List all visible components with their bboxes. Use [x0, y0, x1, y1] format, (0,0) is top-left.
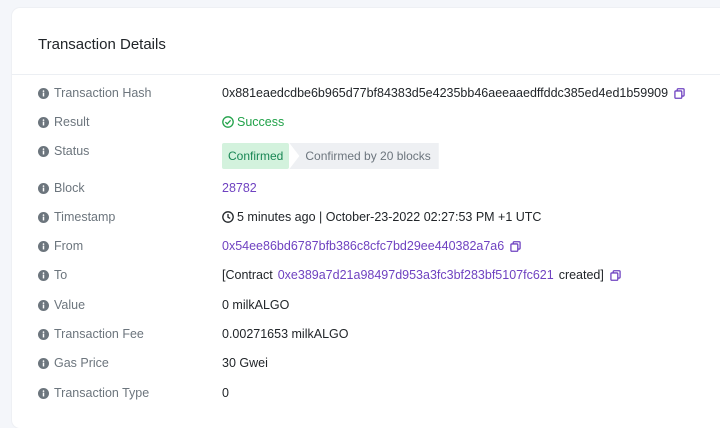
- transaction-hash-value: 0x881eaedcdbe6b965d77bf84383d5e4235bb46a…: [222, 86, 669, 100]
- row-timestamp: Timestamp 5 minutes ago | October-23-202…: [38, 206, 541, 228]
- copy-icon[interactable]: [674, 87, 685, 99]
- row-block: Block 28782: [38, 177, 257, 199]
- label-transaction-hash: Transaction Hash: [54, 86, 152, 100]
- value-amount: 0 milkALGO: [222, 298, 290, 312]
- copy-icon[interactable]: [510, 240, 521, 252]
- info-circle-icon: [38, 182, 49, 194]
- row-transaction-hash: Transaction Hash 0x881eaedcdbe6b965d77bf…: [38, 82, 685, 104]
- to-suffix: created]: [558, 268, 604, 282]
- row-gas-price: Gas Price 30 Gwei: [38, 352, 268, 374]
- row-to: To [Contract 0xe389a7d21a98497d953a3fc3b…: [38, 264, 621, 286]
- label-result: Result: [54, 115, 90, 129]
- copy-icon[interactable]: [610, 269, 621, 281]
- clock-icon: [222, 211, 234, 223]
- row-transaction-fee: Transaction Fee 0.00271653 milkALGO: [38, 323, 348, 345]
- gas-price-value: 30 Gwei: [222, 356, 268, 370]
- label-value: Value: [54, 298, 86, 312]
- info-circle-icon: [38, 299, 49, 311]
- divider: [12, 74, 720, 75]
- status-badge: Confirmed: [222, 143, 290, 169]
- contract-address-link[interactable]: 0xe389a7d21a98497d953a3fc3bf283bf5107fc6…: [278, 268, 554, 282]
- info-circle-icon: [38, 269, 49, 281]
- row-transaction-type: Transaction Type 0: [38, 382, 229, 404]
- info-circle-icon: [38, 87, 49, 99]
- label-from: From: [54, 239, 84, 253]
- label-gas-price: Gas Price: [54, 356, 109, 370]
- info-circle-icon: [38, 328, 49, 340]
- result-value: Success: [237, 115, 285, 129]
- transaction-type-value: 0: [222, 386, 229, 400]
- info-circle-icon: [38, 145, 49, 157]
- row-from: From 0x54ee86bd6787bfb386c8cfc7bd29ee440…: [38, 235, 521, 257]
- label-status: Status: [54, 144, 90, 158]
- check-circle-icon: [222, 116, 234, 128]
- row-status: Status Confirmed Confirmed by 20 blocks: [38, 142, 439, 170]
- label-block: Block: [54, 181, 85, 195]
- to-prefix: [Contract: [222, 268, 273, 282]
- card-title: Transaction Details: [38, 36, 166, 53]
- info-circle-icon: [38, 387, 49, 399]
- label-timestamp: Timestamp: [54, 210, 116, 224]
- label-transaction-type: Transaction Type: [54, 386, 150, 400]
- row-value: Value 0 milkALGO: [38, 294, 289, 316]
- block-link[interactable]: 28782: [222, 181, 257, 195]
- info-circle-icon: [38, 116, 49, 128]
- transaction-fee-value: 0.00271653 milkALGO: [222, 327, 349, 341]
- from-address-link[interactable]: 0x54ee86bd6787bfb386c8cfc7bd29ee440382a7…: [222, 239, 504, 253]
- info-circle-icon: [38, 357, 49, 369]
- info-circle-icon: [38, 211, 49, 223]
- timestamp-value: 5 minutes ago | October-23-2022 02:27:53…: [237, 210, 542, 224]
- confirmations-badge: Confirmed by 20 blocks: [289, 143, 439, 169]
- row-result: Result Success: [38, 111, 284, 133]
- info-circle-icon: [38, 240, 49, 252]
- label-transaction-fee: Transaction Fee: [54, 327, 144, 341]
- label-to: To: [54, 268, 68, 282]
- transaction-details-card: Transaction Details Transaction Hash 0x8…: [12, 8, 720, 428]
